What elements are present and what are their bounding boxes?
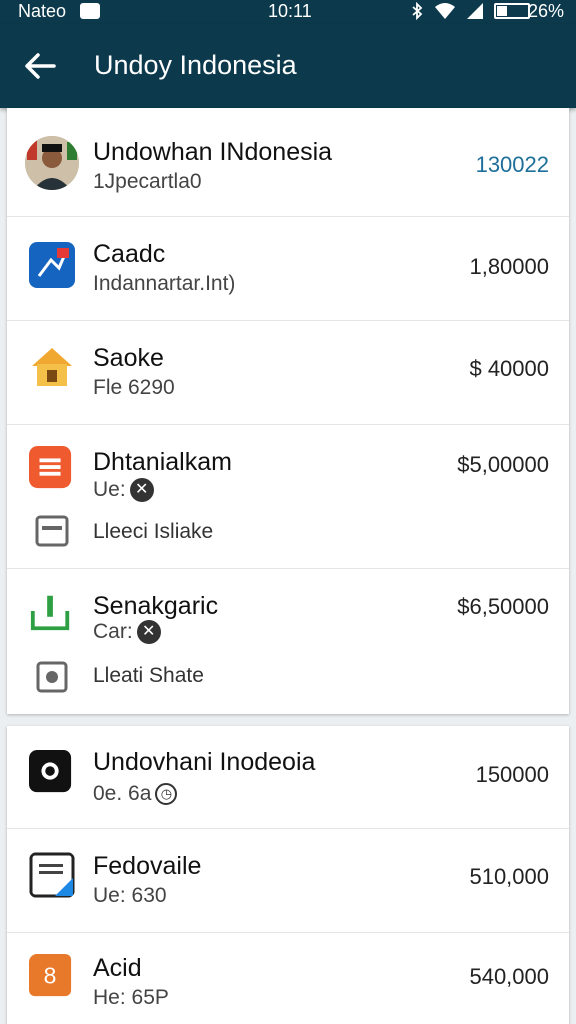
item-amount: 130022: [475, 152, 549, 177]
carrier-label: Nateo: [18, 1, 67, 21]
list-item[interactable]: Senakgaric Car: ✕ $6,50000 Lleati Shate: [7, 568, 569, 714]
item-name: Acid: [93, 954, 142, 982]
back-arrow-icon[interactable]: [22, 48, 58, 84]
page-title: Undoy Indonesia: [94, 50, 297, 80]
item-name: Undowhan INdonesia: [93, 138, 333, 166]
item-name: Caadc: [93, 240, 166, 268]
item-name: Fedovaile: [93, 852, 202, 880]
share-box-icon[interactable]: [35, 660, 69, 694]
close-icon[interactable]: ✕: [129, 478, 154, 503]
close-icon[interactable]: ✕: [136, 620, 161, 645]
item-action[interactable]: Lleati Shate: [93, 664, 204, 688]
signal-icon: [467, 3, 483, 19]
item-amount: 150000: [475, 762, 549, 787]
item-amount: 540,000: [469, 964, 549, 989]
sim-icon: [80, 3, 100, 19]
transactions-card-2: Undovhani Inodeoia 0e. 6a ◷ 150000 Fedova…: [7, 726, 569, 1024]
item-subtitle: Fle 6290: [93, 376, 175, 399]
house-icon: [32, 348, 72, 386]
list-icon-red: [29, 446, 72, 489]
item-name: Senakgaric: [93, 592, 219, 620]
clock-icon: ◷: [155, 783, 178, 806]
item-action[interactable]: Lleeci Isliake: [93, 520, 213, 544]
item-amount: $6,50000: [457, 594, 549, 619]
avatar: [25, 136, 79, 190]
svg-text:8: 8: [44, 963, 57, 989]
status-icons: [410, 2, 530, 20]
battery-icon: [494, 3, 530, 19]
item-name: Dhtanialkam: [93, 448, 232, 476]
item-name: Undovhani Inodeoia: [93, 748, 316, 776]
list-item[interactable]: Fedovaile Ue: 630 510,000: [7, 828, 569, 933]
status-bar: Nateo 10:11 26%: [0, 0, 576, 24]
number-icon-orange: 8: [29, 954, 72, 997]
wifi-icon: [435, 3, 455, 19]
transactions-card-1: Undowhan INdonesia 1Jpecartla0 130022 Ca…: [7, 108, 569, 714]
list-item[interactable]: Dhtanialkam Ue: ✕ $5,00000 Lleeci Isliake: [7, 424, 569, 569]
item-subtitle: Ue: ✕: [93, 478, 154, 503]
download-icon-green: [30, 595, 70, 631]
item-amount: 1,80000: [469, 254, 549, 279]
item-amount: $5,00000: [457, 452, 549, 477]
bluetooth-icon: [412, 2, 423, 20]
list-item[interactable]: Caadc Indannartar.Int) 1,80000: [7, 216, 569, 321]
clock: 10:11: [268, 1, 312, 21]
card-icon[interactable]: [35, 514, 69, 548]
list-item[interactable]: Undowhan INdonesia 1Jpecartla0 130022: [7, 108, 569, 217]
app-icon-blue: [29, 242, 75, 288]
item-name: Saoke: [93, 344, 164, 372]
item-subtitle: 1Jpecartla0: [93, 170, 202, 193]
document-icon: [29, 852, 75, 898]
item-subtitle: He: 65P: [93, 986, 169, 1009]
item-amount: $ 40000: [469, 356, 549, 381]
camera-icon: [29, 750, 72, 793]
app-bar: Undoy Indonesia: [0, 24, 576, 108]
item-subtitle: Indannartar.Int): [93, 272, 236, 295]
list-item[interactable]: Saoke Fle 6290 $ 40000: [7, 320, 569, 425]
item-subtitle: Car: ✕: [93, 620, 161, 645]
list-item[interactable]: Undovhani Inodeoia 0e. 6a ◷ 150000: [7, 726, 569, 829]
list-item[interactable]: 8 Acid He: 65P 540,000: [7, 932, 569, 1024]
item-amount: 510,000: [469, 864, 549, 889]
battery-percent: 26%: [528, 1, 565, 21]
item-subtitle: Ue: 630: [93, 884, 167, 907]
item-subtitle: 0e. 6a ◷: [93, 782, 178, 806]
